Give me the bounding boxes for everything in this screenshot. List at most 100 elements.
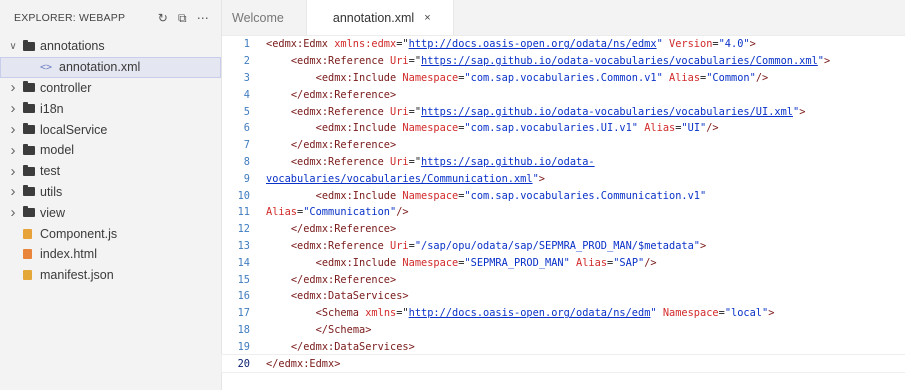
folder-icon [23, 164, 35, 176]
line-number: 3 [243, 71, 250, 84]
code-token: </ [315, 323, 329, 336]
code-token: </ [266, 357, 279, 370]
code-line[interactable]: 4 </edmx:Reference> [222, 86, 905, 103]
code-token: /> [706, 122, 719, 135]
code-token: Uri [390, 105, 409, 118]
tab-annotation-xml[interactable]: annotation.xml × [306, 0, 454, 35]
line-number: 13 [237, 239, 250, 252]
folder-icon [23, 81, 35, 93]
xml-file-icon: <> [39, 62, 53, 73]
code-token: /> [396, 206, 409, 219]
code-token: "com.sap.vocabularies.Communication.v1" [464, 189, 707, 202]
more-icon[interactable]: ⋯ [197, 12, 209, 24]
chevron-right-icon: › [10, 204, 16, 222]
code-token: =" [408, 155, 422, 168]
tree-item-view[interactable]: › view [0, 202, 221, 223]
code-token: "SAP" [613, 256, 645, 269]
code-line[interactable]: 5 <edmx:Reference Uri="https://sap.githu… [222, 103, 905, 120]
code-token: Schema [321, 307, 360, 320]
code-line[interactable]: 12 </edmx:Reference> [222, 221, 905, 238]
code-line[interactable]: 2 <edmx:Reference Uri="https://sap.githu… [222, 53, 905, 70]
code-token[interactable]: https://sap.github.io/odata-vocabularies… [421, 55, 818, 67]
code-token: "com.sap.vocabularies.UI.v1" [464, 122, 639, 135]
folder-icon [23, 39, 35, 51]
code-token: "/sap/opu/odata/sap/SEPMRA_PROD_MAN/$met… [414, 239, 700, 252]
tree-item-controller[interactable]: › controller [0, 78, 221, 99]
code-token: Schema [328, 323, 366, 336]
code-token: edmx:Include [321, 256, 397, 269]
code-line[interactable]: 18 </Schema> [222, 322, 905, 339]
code-line[interactable]: 17 <Schema xmlns="http://docs.oasis-open… [222, 305, 905, 322]
code-line[interactable]: 16 <edmx:DataServices> [222, 288, 905, 305]
explorer-title: EXPLORER: WEBAPP [14, 12, 126, 24]
code-line[interactable]: 6 <edmx:Include Namespace="com.sap.vocab… [222, 120, 905, 137]
code-line[interactable]: 14 <edmx:Include Namespace="SEPMRA_PROD_… [222, 254, 905, 271]
tree-item-annotations[interactable]: ∨ annotations [0, 36, 221, 57]
code-line[interactable]: 13 <edmx:Reference Uri="/sap/opu/odata/s… [222, 238, 905, 255]
code-text: </edmx:Edmx> [266, 358, 340, 370]
folder-icon [23, 102, 35, 114]
line-number: 14 [237, 256, 250, 269]
code-token: Namespace [402, 189, 459, 202]
tree-item-component-js[interactable]: Component.js [0, 223, 221, 244]
code-token: Uri [390, 55, 409, 68]
code-token: edmx:Include [321, 189, 397, 202]
code-text: <edmx:Edmx xmlns:edmx="http://docs.oasis… [266, 38, 756, 50]
code-line[interactable]: 3 <edmx:Include Namespace="com.sap.vocab… [222, 70, 905, 87]
line-number: 8 [243, 155, 250, 168]
code-line[interactable]: 8 <edmx:Reference Uri="https://sap.githu… [222, 154, 905, 171]
code-token[interactable]: http://docs.oasis-open.org/odata/ns/edmx [409, 38, 657, 50]
code-line[interactable]: 9 vocabularies/vocabularies/Communication… [222, 170, 905, 187]
code-line[interactable]: 20 </edmx:Edmx> [221, 354, 905, 373]
refresh-icon[interactable]: ↻ [158, 12, 168, 24]
chevron-right-icon: › [10, 121, 16, 139]
tree-item-index-html[interactable]: index.html [0, 244, 221, 265]
collapse-all-icon[interactable]: ⧉ [178, 12, 187, 24]
code-token: </ [290, 88, 304, 101]
code-token: Alias [644, 122, 676, 135]
code-token: Namespace [662, 307, 719, 320]
tree-item-label: view [40, 205, 66, 220]
tree-item-annotation-xml[interactable]: <> annotation.xml [0, 56, 221, 78]
code-line[interactable]: 19 </edmx:DataServices> [222, 338, 905, 355]
code-token: Namespace [402, 256, 459, 269]
tree-item-label: test [40, 164, 61, 179]
file-tree: ∨ annotations <> annotation.xml › controller ›… [0, 36, 221, 286]
code-line[interactable]: 10 <edmx:Include Namespace="com.sap.voca… [222, 187, 905, 204]
code-token[interactable]: https://sap.github.io/odata- [421, 156, 595, 168]
code-line[interactable]: 15 </edmx:Reference> [222, 271, 905, 288]
tree-item-utils[interactable]: › utils [0, 182, 221, 203]
tree-item-test[interactable]: › test [0, 161, 221, 182]
code-line[interactable]: 7 </edmx:Reference> [222, 137, 905, 154]
chevron-right-icon: › [10, 100, 16, 118]
tree-item-localservice[interactable]: › localService [0, 119, 221, 140]
explorer-header: EXPLORER: WEBAPP ↻ ⧉ ⋯ [0, 0, 221, 36]
line-number: 2 [243, 55, 250, 68]
code-line[interactable]: 1 <edmx:Edmx xmlns:edmx="http://docs.oasi… [222, 36, 905, 53]
code-token[interactable]: https://sap.github.io/odata-vocabularies… [421, 106, 793, 118]
code-token[interactable]: vocabularies/vocabularies/Communication.… [266, 173, 533, 185]
code-editor[interactable]: 1 <edmx:Edmx xmlns:edmx="http://docs.oasi… [221, 36, 905, 390]
tree-item-manifest-json[interactable]: manifest.json [0, 265, 221, 286]
code-token: /> [644, 256, 657, 269]
code-token: Version [669, 38, 713, 51]
code-token: Namespace [402, 71, 459, 84]
close-icon[interactable]: × [424, 12, 430, 24]
folder-icon [23, 143, 35, 155]
folder-icon [23, 206, 35, 218]
code-token[interactable]: http://docs.oasis-open.org/odata/ns/edm [409, 307, 651, 319]
code-line[interactable]: 11 Alias="Communication"/> [222, 204, 905, 221]
line-number: 10 [237, 189, 250, 202]
code-token: xmlns [365, 307, 397, 320]
tree-item-label: localService [40, 122, 108, 137]
explorer-sidebar: EXPLORER: WEBAPP ↻ ⧉ ⋯ ∨ annotations <> ann… [0, 0, 222, 390]
tree-item-i18n[interactable]: › i18n [0, 98, 221, 119]
code-token: edmx:Edmx [278, 357, 335, 370]
tree-item-model[interactable]: › model [0, 140, 221, 161]
tab-welcome[interactable]: Welcome [222, 0, 307, 35]
